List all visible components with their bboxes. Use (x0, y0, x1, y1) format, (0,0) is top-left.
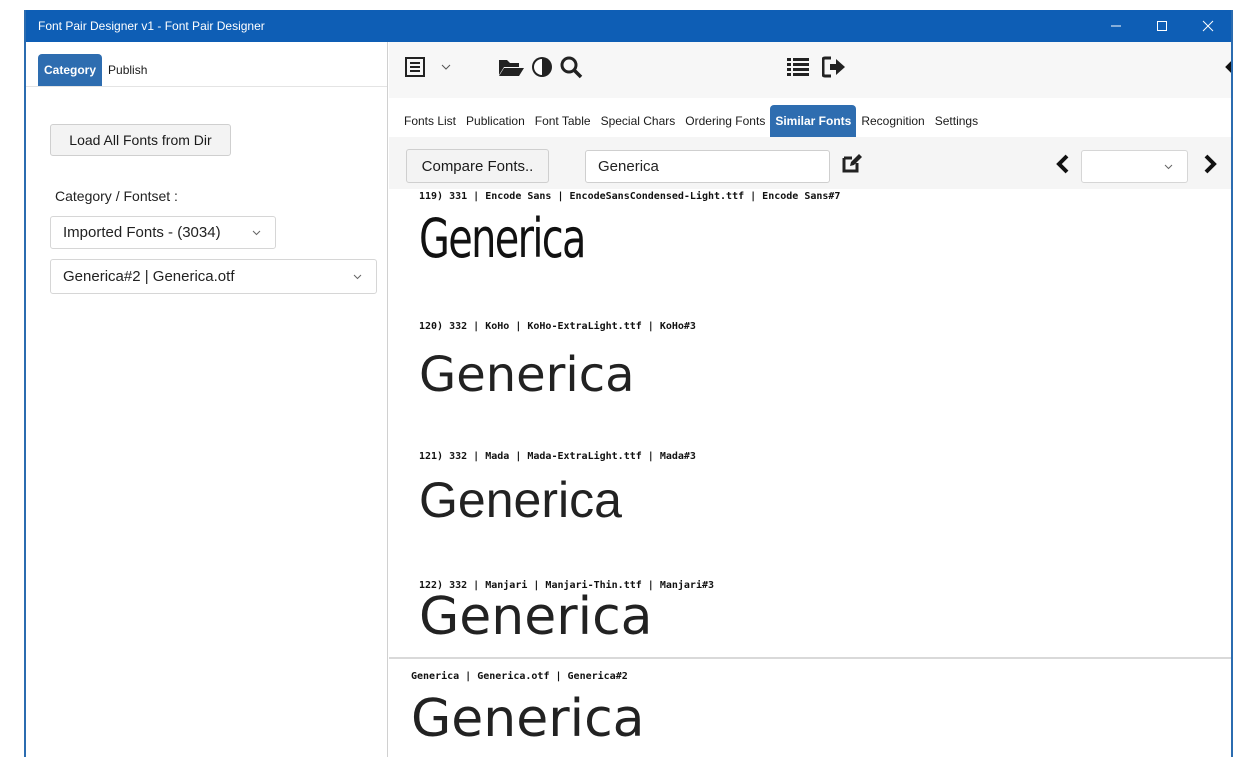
maximize-button[interactable] (1139, 10, 1185, 42)
right-panel: Fonts List Publication Font Table Specia… (389, 42, 1231, 757)
category-label: Category / Fontset : (55, 188, 178, 204)
font-sample: Generica (419, 587, 653, 647)
next-page-icon[interactable] (1199, 151, 1221, 177)
minimize-icon (1111, 25, 1121, 27)
list-icon[interactable] (785, 54, 811, 80)
folder-open-icon[interactable] (496, 54, 526, 80)
sample-text-input[interactable]: Generica (585, 150, 830, 183)
chevron-down-icon (1164, 164, 1173, 169)
category-select-value: Imported Fonts - (3034) (63, 224, 221, 241)
tab-settings[interactable]: Settings (930, 105, 983, 137)
close-button[interactable] (1185, 10, 1231, 42)
tab-recognition[interactable]: Recognition (856, 105, 929, 137)
compare-bar: Compare Fonts.. Generica (389, 137, 1231, 189)
sign-out-icon[interactable] (821, 54, 847, 80)
main-tabs: Fonts List Publication Font Table Specia… (399, 99, 983, 137)
font-select[interactable]: Generica#2 | Generica.otf (50, 259, 377, 294)
list-view-icon[interactable] (403, 55, 427, 79)
chevron-down-icon[interactable] (439, 60, 453, 74)
category-select[interactable]: Imported Fonts - (3034) (50, 216, 276, 249)
font-sample: Generica (419, 472, 622, 528)
tab-fonts-list[interactable]: Fonts List (399, 105, 461, 137)
maximize-icon (1157, 21, 1167, 31)
close-icon (1202, 20, 1214, 32)
left-tabs: Category Publish (38, 54, 153, 86)
font-sample: Generica (419, 347, 635, 403)
load-fonts-button[interactable]: Load All Fonts from Dir (50, 124, 231, 156)
font-entry-header: 121) 332 | Mada | Mada-ExtraLight.ttf | … (419, 451, 696, 462)
similar-fonts-list: 119) 331 | Encode Sans | EncodeSansConde… (389, 189, 1231, 657)
font-entry-header: 119) 331 | Encode Sans | EncodeSansConde… (419, 191, 841, 202)
reference-font-area: Generica | Generica.otf | Generica#2 Gen… (389, 657, 1231, 757)
toolbar (389, 42, 1231, 98)
font-entry-header: 120) 332 | KoHo | KoHo-ExtraLight.ttf | … (419, 321, 696, 332)
reference-font-sample: Generica (411, 689, 645, 749)
tab-divider (26, 86, 387, 87)
edit-icon[interactable] (839, 150, 865, 176)
tab-publish[interactable]: Publish (102, 54, 153, 86)
compare-fonts-button[interactable]: Compare Fonts.. (406, 149, 549, 183)
tab-font-table[interactable]: Font Table (530, 105, 596, 137)
font-select-value: Generica#2 | Generica.otf (63, 268, 235, 285)
title-bar: Font Pair Designer v1 - Font Pair Design… (26, 10, 1231, 42)
adjust-icon[interactable] (529, 54, 555, 80)
chevron-down-icon (252, 230, 261, 235)
chevron-left-icon[interactable] (1221, 54, 1231, 80)
left-panel: Category Publish Load All Fonts from Dir… (26, 42, 388, 757)
search-icon[interactable] (558, 54, 584, 80)
font-sample: Generica (419, 207, 586, 270)
sample-text-value: Generica (598, 158, 659, 175)
tab-publication[interactable]: Publication (461, 105, 530, 137)
tab-special-chars[interactable]: Special Chars (596, 105, 681, 137)
tab-ordering-fonts[interactable]: Ordering Fonts (680, 105, 770, 137)
window-title: Font Pair Designer v1 - Font Pair Design… (38, 19, 265, 33)
tab-category[interactable]: Category (38, 54, 103, 86)
reference-font-header: Generica | Generica.otf | Generica#2 (411, 671, 628, 682)
chevron-down-icon (353, 274, 362, 279)
prev-page-icon[interactable] (1052, 151, 1074, 177)
tab-similar-fonts[interactable]: Similar Fonts (770, 105, 857, 137)
page-select[interactable] (1081, 150, 1188, 183)
app-window: Font Pair Designer v1 - Font Pair Design… (24, 10, 1233, 757)
minimize-button[interactable] (1093, 10, 1139, 42)
